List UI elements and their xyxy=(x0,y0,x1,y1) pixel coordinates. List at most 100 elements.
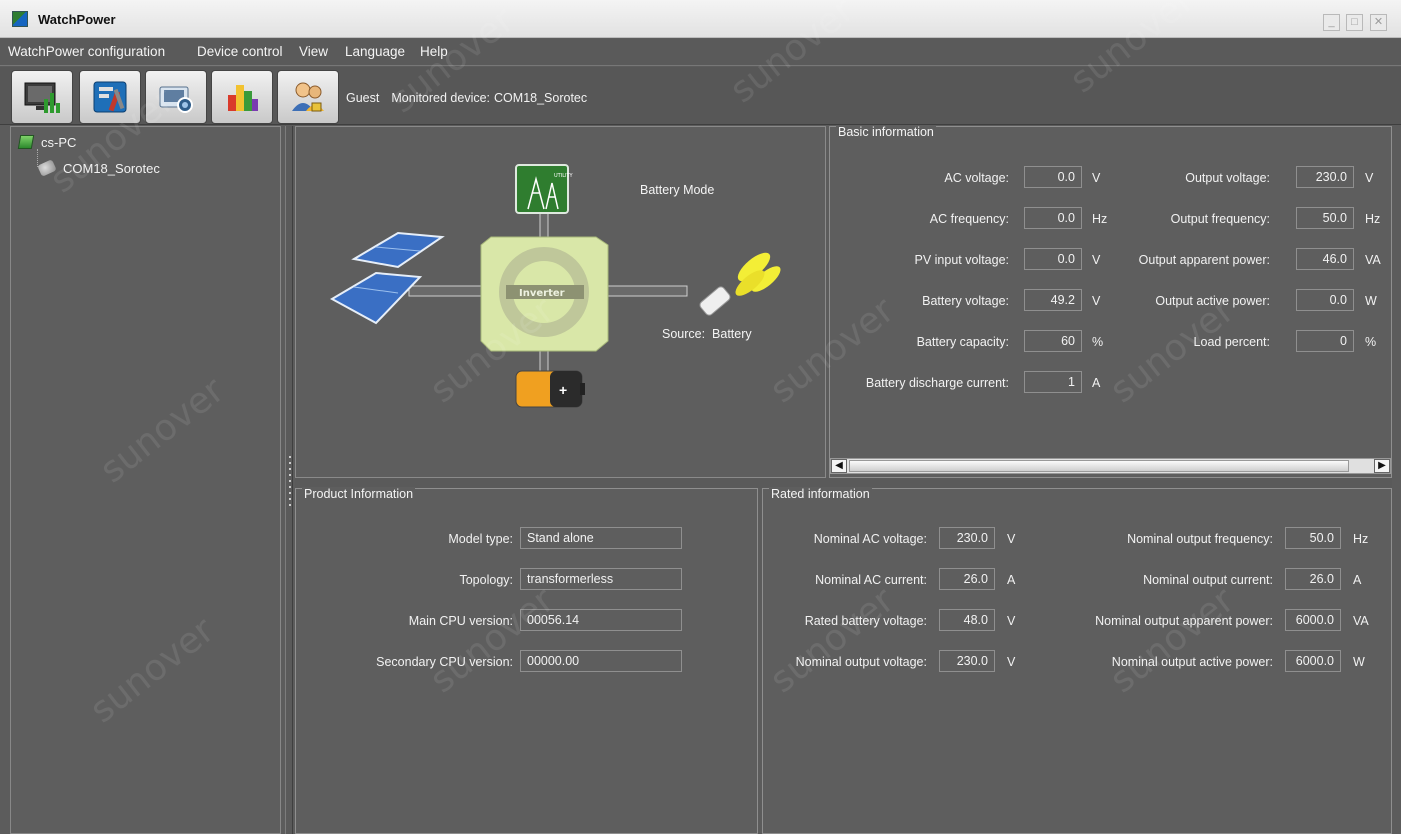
ac-voltage-value: 0.0 xyxy=(1024,166,1082,188)
output-apparent-power-unit: VA xyxy=(1365,253,1381,267)
main-cpu-version-label: Main CPU version: xyxy=(408,614,513,628)
nominal-output-voltage-value: 230.0 xyxy=(939,650,995,672)
energy-flow-diagram: UTILITY Inverter + Battery Mode Source: … xyxy=(295,126,826,478)
battery-discharge-current-unit: A xyxy=(1092,376,1101,390)
ac-voltage-label: AC voltage: xyxy=(944,171,1009,185)
output-apparent-power-value: 46.0 xyxy=(1296,248,1354,270)
user-login-button[interactable] xyxy=(277,70,339,124)
nominal-ac-current-label: Nominal AC current: xyxy=(815,573,927,587)
device-tree: cs-PC COM18_Sorotec xyxy=(10,126,281,834)
flow-diagram-svg: UTILITY Inverter + xyxy=(329,164,781,408)
nominal-output-voltage-label: Nominal output voltage: xyxy=(795,655,927,669)
nominal-output-frequency-label: Nominal output frequency: xyxy=(1127,532,1273,546)
menu-bar: WatchPower configuration Device control … xyxy=(0,39,1401,66)
battery-capacity-label: Battery capacity: xyxy=(916,335,1009,349)
scroll-right-arrow-icon[interactable]: ▶ xyxy=(1374,459,1390,473)
nominal-output-current-label: Nominal output current: xyxy=(1143,573,1273,587)
output-apparent-power-label: Output apparent power: xyxy=(1138,253,1270,267)
output-active-power-label: Output active power: xyxy=(1155,294,1270,308)
rated-information-title: Rated information xyxy=(769,487,872,501)
camera-icon xyxy=(159,86,193,113)
model-type-label: Model type: xyxy=(448,532,513,546)
nominal-ac-voltage-label: Nominal AC voltage: xyxy=(813,532,927,546)
output-voltage-value: 230.0 xyxy=(1296,166,1354,188)
vertical-splitter[interactable] xyxy=(285,126,293,834)
scrollbar-thumb[interactable] xyxy=(849,460,1349,472)
device-icon xyxy=(37,159,57,177)
horizontal-scrollbar[interactable]: ◀ ▶ xyxy=(830,458,1391,474)
battery-voltage-value: 49.2 xyxy=(1024,289,1082,311)
utility-label: UTILITY xyxy=(554,173,574,179)
rated-battery-voltage-value: 48.0 xyxy=(939,609,995,631)
pv-input-voltage-unit: V xyxy=(1092,253,1101,267)
utility-icon: UTILITY xyxy=(515,164,574,214)
model-type-value: Stand alone xyxy=(520,527,682,549)
output-frequency-label: Output frequency: xyxy=(1170,212,1270,226)
nominal-ac-current-value: 26.0 xyxy=(939,568,995,590)
rated-battery-voltage-unit: V xyxy=(1007,614,1016,628)
nominal-output-frequency-unit: Hz xyxy=(1353,532,1369,546)
product-information-title: Product Information xyxy=(302,487,416,501)
toolbar: Guest Monitored device: COM18_Sorotec xyxy=(0,67,1401,125)
nominal-output-current-value: 26.0 xyxy=(1285,568,1341,590)
basic-information-title: Basic information xyxy=(836,125,936,139)
menu-device-control[interactable]: Device control xyxy=(197,44,283,59)
topology-value: transformerless xyxy=(520,568,682,590)
load-percent-label: Load percent: xyxy=(1193,335,1270,349)
secondary-cpu-version-label: Secondary CPU version: xyxy=(376,655,513,669)
operating-mode: Battery Mode xyxy=(640,183,715,197)
nominal-output-active-power-value: 6000.0 xyxy=(1285,650,1341,672)
battery-discharge-current-value: 1 xyxy=(1024,371,1082,393)
tree-node-computer-label: cs-PC xyxy=(41,134,77,150)
battery-discharge-current-label: Battery discharge current: xyxy=(865,376,1009,390)
rated-information-panel: Rated information Nominal AC voltage: 23… xyxy=(762,487,1392,834)
menu-help[interactable]: Help xyxy=(420,44,448,59)
solar-panel-icon xyxy=(329,231,445,325)
nominal-output-frequency-value: 50.0 xyxy=(1285,527,1341,549)
monitor-button[interactable] xyxy=(11,70,73,124)
monitored-device-label: Monitored device: xyxy=(391,91,491,105)
nominal-ac-voltage-value: 230.0 xyxy=(939,527,995,549)
power-source: Source: Battery xyxy=(662,327,752,341)
output-active-power-unit: W xyxy=(1365,294,1377,308)
battery-icon: + xyxy=(515,370,585,408)
nominal-ac-voltage-unit: V xyxy=(1007,532,1016,546)
minimize-button[interactable]: _ xyxy=(1323,14,1340,31)
topology-label: Topology: xyxy=(459,573,513,587)
computer-icon xyxy=(17,135,35,149)
load-bulb-icon xyxy=(699,252,781,316)
nominal-ac-current-unit: A xyxy=(1007,573,1016,587)
menu-language[interactable]: Language xyxy=(345,44,405,59)
output-frequency-unit: Hz xyxy=(1365,212,1381,226)
load-percent-unit: % xyxy=(1365,335,1377,349)
menu-watchpower-configuration[interactable]: WatchPower configuration xyxy=(8,44,165,59)
secondary-cpu-version-value: 00000.00 xyxy=(520,650,682,672)
configuration-button[interactable] xyxy=(79,70,141,124)
nominal-output-active-power-unit: W xyxy=(1353,655,1365,669)
camera-button[interactable] xyxy=(145,70,207,124)
title-bar: WatchPower _ □ ✕ xyxy=(0,0,1401,38)
nominal-output-apparent-power-value: 6000.0 xyxy=(1285,609,1341,631)
app-icon xyxy=(12,11,28,27)
tree-node-device[interactable]: COM18_Sorotec xyxy=(37,159,160,177)
basic-information-panel: Basic information AC voltage: 0.0 V AC f… xyxy=(829,125,1392,478)
data-button[interactable] xyxy=(211,70,273,124)
pv-input-voltage-value: 0.0 xyxy=(1024,248,1082,270)
monitored-device-value: COM18_Sorotec xyxy=(494,91,588,105)
output-frequency-value: 50.0 xyxy=(1296,207,1354,229)
source-value: Battery xyxy=(712,327,752,341)
maximize-button[interactable]: □ xyxy=(1346,14,1363,31)
load-percent-value: 0 xyxy=(1296,330,1354,352)
ac-frequency-unit: Hz xyxy=(1092,212,1108,226)
product-information-panel: Product Information Model type: Stand al… xyxy=(295,487,758,834)
battery-capacity-unit: % xyxy=(1092,335,1104,349)
svg-text:+: + xyxy=(559,382,567,398)
nominal-output-voltage-unit: V xyxy=(1007,655,1016,669)
scroll-left-arrow-icon[interactable]: ◀ xyxy=(831,459,847,473)
tree-node-device-label: COM18_Sorotec xyxy=(63,160,160,176)
menu-view[interactable]: View xyxy=(299,44,328,59)
output-active-power-value: 0.0 xyxy=(1296,289,1354,311)
ac-frequency-value: 0.0 xyxy=(1024,207,1082,229)
nominal-output-apparent-power-label: Nominal output apparent power: xyxy=(1095,614,1273,628)
close-button[interactable]: ✕ xyxy=(1370,14,1387,31)
